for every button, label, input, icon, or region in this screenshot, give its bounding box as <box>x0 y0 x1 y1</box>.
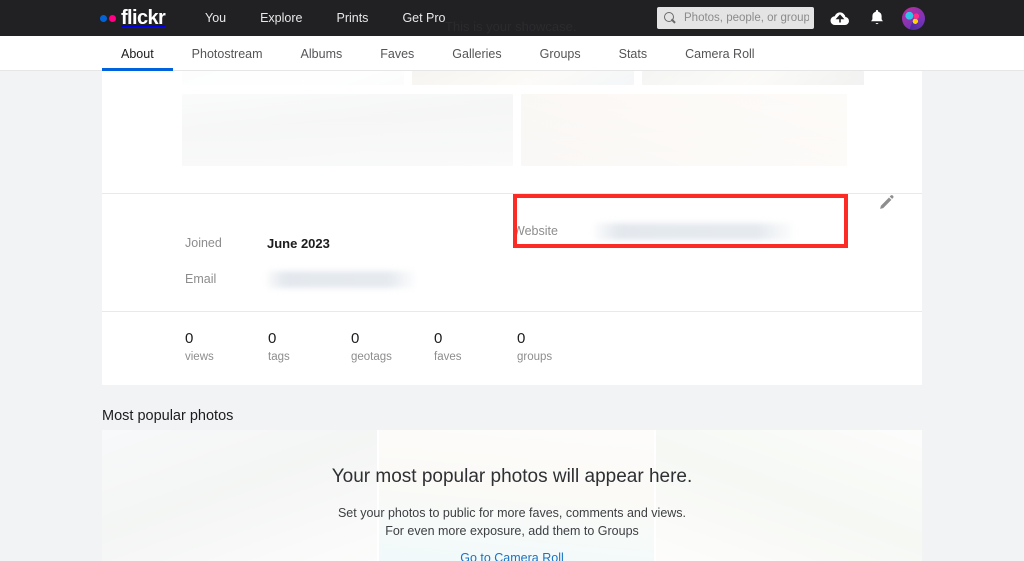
top-nav-links: You Explore Prints Get Pro <box>188 11 463 25</box>
search-input[interactable] <box>684 12 809 24</box>
showcase-hint-text: This is your showcase. <box>445 19 577 34</box>
top-navigation-bar: flickr You Explore Prints Get Pro This i… <box>0 0 1024 36</box>
joined-value: June 2023 <box>267 235 330 251</box>
stat-faves[interactable]: 0 faves <box>434 330 517 363</box>
stat-value: 0 <box>351 330 360 347</box>
email-label: Email <box>185 272 217 286</box>
stat-value: 0 <box>517 330 526 347</box>
stat-label: views <box>185 351 214 363</box>
tab-groups[interactable]: Groups <box>521 36 600 71</box>
flickr-about-page: flickr You Explore Prints Get Pro This i… <box>0 0 1024 561</box>
tab-faves[interactable]: Faves <box>361 36 433 71</box>
stat-groups[interactable]: 0 groups <box>517 330 600 363</box>
showcase-thumbnail[interactable] <box>182 71 404 85</box>
profile-details-section: Joined June 2023 Email Website <box>102 194 922 311</box>
popular-empty-heading: Your most popular photos will appear her… <box>331 466 693 487</box>
joined-row: Joined June 2023 <box>185 225 415 261</box>
stat-views[interactable]: 0 views <box>185 330 268 363</box>
tab-about[interactable]: About <box>102 36 173 71</box>
showcase-thumbnail[interactable] <box>412 71 634 85</box>
user-avatar[interactable] <box>902 6 925 30</box>
joined-label: Joined <box>185 236 222 250</box>
top-nav-prints[interactable]: Prints <box>319 11 385 25</box>
bell-icon[interactable] <box>865 6 889 30</box>
showcase-thumbnail[interactable] <box>182 94 513 166</box>
popular-photos-empty-state: Your most popular photos will appear her… <box>102 430 922 561</box>
stat-label: geotags <box>351 351 392 363</box>
email-value-redacted <box>267 270 415 288</box>
tab-camera-roll[interactable]: Camera Roll <box>666 36 773 71</box>
tab-albums[interactable]: Albums <box>282 36 362 71</box>
profile-details-left: Joined June 2023 Email <box>185 225 415 297</box>
profile-card: Joined June 2023 Email Website 0 views 0… <box>102 71 922 385</box>
website-value-redacted <box>595 222 793 240</box>
popular-empty-sub1: Set your photos to public for more faves… <box>337 506 687 520</box>
cloud-upload-icon[interactable] <box>828 6 852 30</box>
tab-stats[interactable]: Stats <box>600 36 667 71</box>
logo-dot-blue <box>100 14 107 22</box>
stat-label: groups <box>517 351 553 363</box>
top-nav-you[interactable]: You <box>188 11 243 25</box>
profile-tabs-bar: About Photostream Albums Faves Galleries… <box>0 36 1024 71</box>
stat-label: faves <box>434 351 462 363</box>
flickr-logo[interactable]: flickr <box>100 7 166 29</box>
popular-section-title: Most popular photos <box>102 408 234 424</box>
showcase-thumbnail[interactable] <box>521 94 847 166</box>
stat-value: 0 <box>185 330 194 347</box>
pencil-edit-icon[interactable] <box>876 193 896 213</box>
popular-empty-message: Your most popular photos will appear her… <box>102 466 922 561</box>
website-label: Website <box>513 224 558 238</box>
email-row: Email <box>185 261 415 297</box>
search-icon <box>664 12 676 24</box>
website-row: Website <box>513 213 793 249</box>
stat-value: 0 <box>434 330 443 347</box>
top-nav-explore[interactable]: Explore <box>243 11 319 25</box>
showcase-thumbnail[interactable] <box>642 71 864 85</box>
stat-value: 0 <box>268 330 277 347</box>
tab-photostream[interactable]: Photostream <box>173 36 282 71</box>
logo-wordmark: flickr <box>121 7 166 29</box>
logo-dot-pink <box>109 14 116 22</box>
profile-stats-section: 0 views 0 tags 0 geotags 0 faves 0 group… <box>102 312 922 385</box>
top-bar-icon-group <box>828 6 925 30</box>
stat-tags[interactable]: 0 tags <box>268 330 351 363</box>
showcase-photo-strip <box>102 71 922 193</box>
stat-label: tags <box>268 351 290 363</box>
search-box[interactable] <box>657 7 814 29</box>
go-to-camera-roll-link[interactable]: Go to Camera Roll <box>460 551 564 561</box>
popular-empty-sub2: For even more exposure, add them to Grou… <box>385 524 639 538</box>
tab-galleries[interactable]: Galleries <box>433 36 520 71</box>
stat-geotags[interactable]: 0 geotags <box>351 330 434 363</box>
